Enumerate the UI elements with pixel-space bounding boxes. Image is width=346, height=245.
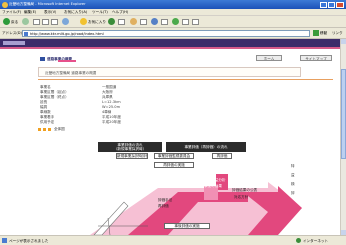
- detail-label-3: 事業区間（終点）: [40, 95, 69, 99]
- favorites-icon[interactable]: [80, 18, 87, 25]
- refresh-icon[interactable]: [42, 18, 49, 25]
- maximize-button[interactable]: [328, 1, 335, 8]
- address-bar: アドレス(D) http://www.kkr.mlit.go.jp/road/i…: [0, 28, 346, 39]
- site-header-bar: [0, 39, 340, 47]
- back-label[interactable]: 戻る: [11, 20, 18, 24]
- stop-icon[interactable]: [33, 18, 40, 25]
- side-char-3: 検: [291, 182, 295, 186]
- detail-value-7: 平成10年度: [102, 115, 121, 119]
- links-label[interactable]: リンク: [332, 31, 343, 35]
- toolbar-extra-icon[interactable]: [192, 18, 199, 25]
- go-label[interactable]: 移動: [320, 31, 327, 35]
- status-text: ページが表示されました: [9, 239, 49, 243]
- vertical-scrollbar[interactable]: [340, 39, 346, 235]
- detail-label-8: 供用予定: [40, 120, 55, 124]
- ex-post-box: 事後評価の実施: [164, 223, 210, 229]
- research-icon[interactable]: [182, 18, 189, 25]
- search-icon[interactable]: [62, 18, 69, 25]
- bullet-icon-3: [48, 128, 51, 131]
- forward-icon[interactable]: [22, 18, 29, 25]
- detail-label-7: 事業着手: [40, 115, 55, 119]
- menu-file[interactable]: ファイル(F): [2, 10, 21, 14]
- side-char-2: 益: [291, 173, 295, 177]
- discuss-icon[interactable]: [161, 18, 168, 25]
- detail-label-1: 事業名: [40, 85, 51, 89]
- overview-link[interactable]: 全体図: [54, 127, 65, 131]
- menu-tools[interactable]: ツール(T): [92, 10, 108, 14]
- toolbar: 戻る お気に入り: [0, 16, 346, 28]
- edit-icon[interactable]: [151, 18, 158, 25]
- side-char-4: 評: [291, 191, 295, 195]
- detail-value-1: 一般国道: [102, 85, 117, 89]
- detail-value-8: 平成20年度: [102, 120, 121, 124]
- address-label: アドレス(D): [2, 31, 22, 35]
- left-header-box: 事業評価の流れ （新規事業採択時）: [98, 142, 162, 152]
- mail-icon[interactable]: [130, 18, 137, 25]
- right-header-text: 事業評価（再評価）の流れ: [184, 145, 228, 149]
- go-arrow-icon[interactable]: [313, 30, 319, 36]
- reeval-impl-box: 再評価の実施: [154, 162, 194, 168]
- address-field[interactable]: http://www.kkr.mlit.go.jp/road/index.htm…: [22, 29, 310, 37]
- menu-edit[interactable]: 編集(E): [24, 10, 36, 14]
- detail-label-2: 事業区間（起点）: [40, 90, 69, 94]
- home-button[interactable]: ホーム: [256, 55, 282, 61]
- cost-benefit-text: 費用便益分析: [204, 178, 226, 182]
- left-sub-text: （新規事業採択時）: [113, 147, 147, 151]
- sitemap-button[interactable]: サイトマップ: [300, 55, 332, 61]
- diagram-step-2: [204, 186, 218, 200]
- effect-text: 事業の効果: [204, 184, 222, 188]
- section-title-highlight: [58, 60, 76, 62]
- close-button[interactable]: [336, 1, 344, 8]
- bullet-icon-2: [43, 128, 46, 131]
- address-url: http://www.kkr.mlit.go.jp/road/index.htm…: [30, 31, 104, 36]
- media-icon[interactable]: [108, 18, 115, 25]
- reeval-text: 再評価: [158, 204, 169, 208]
- menu-bar: ファイル(F) 編集(E) 表示(V) お気に入り(A) ツール(T) ヘルプ(…: [0, 9, 346, 16]
- new-evaluation-box: 新規事業採択時評価: [116, 153, 148, 159]
- committee-box: 事業評価監視委員会: [154, 153, 194, 159]
- status-bar: ページが表示されました インターネット: [0, 235, 346, 245]
- publish-text: 評価結果の公表: [232, 188, 258, 192]
- menu-view[interactable]: 表示(V): [44, 10, 56, 14]
- menu-help[interactable]: ヘルプ(H): [112, 10, 128, 14]
- home-icon[interactable]: [51, 18, 58, 25]
- scroll-thumb[interactable]: [341, 69, 346, 159]
- side-char-1: 特: [291, 164, 295, 168]
- policy-text: 対応方針: [234, 195, 249, 199]
- orange-divider: [38, 79, 333, 80]
- detail-label-4: 延長: [40, 100, 48, 104]
- detail-label-6: 車線数: [40, 110, 51, 114]
- header-accent-line: [0, 47, 340, 49]
- detail-value-3: 兵庫県: [102, 95, 113, 99]
- info-box: 近畿地方整備局 道路事業の概要: [38, 67, 301, 77]
- site-logo[interactable]: [3, 41, 25, 45]
- reevaluation-box: 再評価: [212, 153, 232, 159]
- window-title: 近畿地方整備局 - Microsoft Internet Explorer: [9, 2, 86, 6]
- detail-label-5: 幅員: [40, 105, 48, 109]
- section-title-icon: [40, 57, 45, 61]
- favorites-label[interactable]: お気に入り: [88, 20, 106, 24]
- history-icon[interactable]: [118, 18, 125, 25]
- back-icon[interactable]: [3, 18, 10, 25]
- ie-logo-icon: [2, 1, 8, 8]
- status-page-icon: [2, 238, 7, 243]
- window-titlebar: 近畿地方整備局 - Microsoft Internet Explorer: [0, 0, 346, 9]
- zone-text: インターネット: [303, 239, 329, 243]
- detail-value-2: 大阪府: [102, 90, 113, 94]
- print-icon[interactable]: [140, 18, 147, 25]
- detail-value-5: W=25.0m: [102, 105, 121, 109]
- scroll-up-arrow-icon[interactable]: [341, 39, 346, 44]
- info-text: 近畿地方整備局 道路事業の概要: [45, 71, 97, 75]
- minimize-button[interactable]: [320, 1, 327, 8]
- right-header-box: 事業評価（再評価）の流れ: [166, 142, 246, 152]
- menu-favorites[interactable]: お気に入り(A): [64, 10, 87, 14]
- method-text: 評価手法: [158, 198, 173, 202]
- process-diagram: 事業評価の流れ （新規事業採択時） 事業評価（再評価）の流れ 新規事業採択時評価…: [88, 140, 304, 235]
- page-icon: [24, 31, 28, 36]
- internet-zone-icon: [296, 238, 301, 243]
- detail-value-4: L=12.3km: [102, 100, 121, 104]
- messenger-icon[interactable]: [172, 18, 179, 25]
- detail-value-6: 4車線: [102, 110, 112, 114]
- bullet-icon: [38, 128, 41, 131]
